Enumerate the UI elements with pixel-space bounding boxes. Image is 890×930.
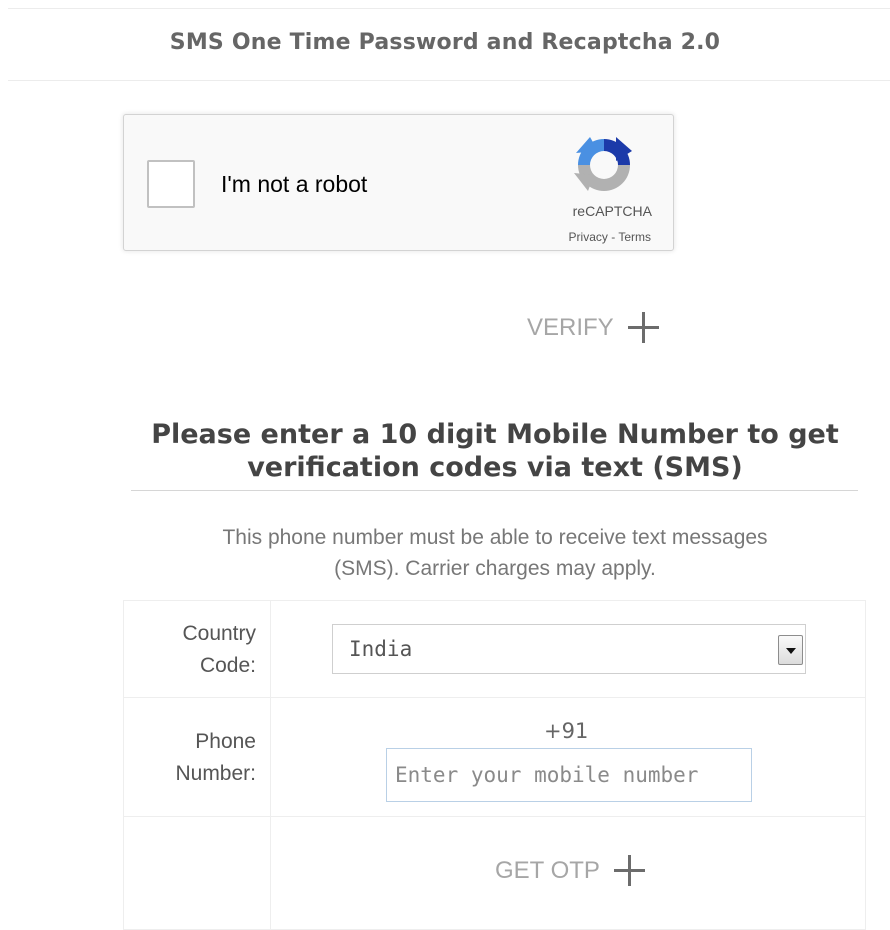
get-otp-button[interactable]: GET OTP: [495, 855, 645, 886]
section-title: Please enter a 10 digit Mobile Number to…: [132, 418, 858, 484]
section-subtitle: This phone number must be able to receiv…: [132, 522, 858, 584]
plus-icon: [627, 312, 659, 343]
section-divider: [131, 490, 858, 491]
recaptcha-brand: reCAPTCHA: [572, 203, 652, 219]
section-title-line2: verification codes via text (SMS): [247, 452, 743, 483]
country-code-select[interactable]: India: [332, 624, 806, 674]
section-subtitle-line2: (SMS). Carrier charges may apply.: [334, 557, 656, 580]
recaptcha-links: Privacy - Terms: [569, 230, 651, 244]
header-divider: [8, 80, 890, 81]
chevron-down-icon[interactable]: [778, 635, 803, 665]
recaptcha-label: I'm not a robot: [221, 171, 368, 197]
privacy-link[interactable]: Privacy: [569, 230, 608, 244]
country-label-line2: Code:: [199, 654, 256, 677]
plus-icon: [613, 855, 645, 886]
phone-number-input[interactable]: [386, 748, 752, 802]
phone-prefix: +91: [544, 719, 589, 743]
page-title: SMS One Time Password and Recaptcha 2.0: [169, 30, 721, 55]
row-divider: [124, 816, 865, 817]
column-divider: [270, 601, 271, 929]
recaptcha-widget: I'm not a robot reCAPTCHA Privacy - Term…: [123, 114, 674, 251]
phone-number-label: Phone Number:: [124, 726, 256, 790]
verify-button[interactable]: VERIFY: [527, 312, 659, 343]
country-code-value: India: [349, 637, 413, 661]
top-divider: [8, 8, 890, 9]
phone-form-table: Country Code: India Phone Number: +91 GE…: [123, 600, 866, 930]
links-separator: -: [607, 230, 619, 244]
country-label-line1: Country: [182, 622, 256, 645]
phone-label-line1: Phone: [195, 730, 256, 753]
section-subtitle-line1: This phone number must be able to receiv…: [222, 526, 768, 549]
section-title-line1: Please enter a 10 digit Mobile Number to…: [151, 419, 839, 450]
get-otp-label: GET OTP: [495, 856, 600, 884]
recaptcha-checkbox[interactable]: [147, 160, 195, 208]
row-divider: [124, 697, 865, 698]
terms-link[interactable]: Terms: [618, 230, 651, 244]
country-code-label: Country Code:: [124, 618, 256, 682]
phone-label-line2: Number:: [175, 762, 256, 785]
recaptcha-logo-icon: [574, 137, 632, 191]
verify-label: VERIFY: [527, 313, 614, 341]
